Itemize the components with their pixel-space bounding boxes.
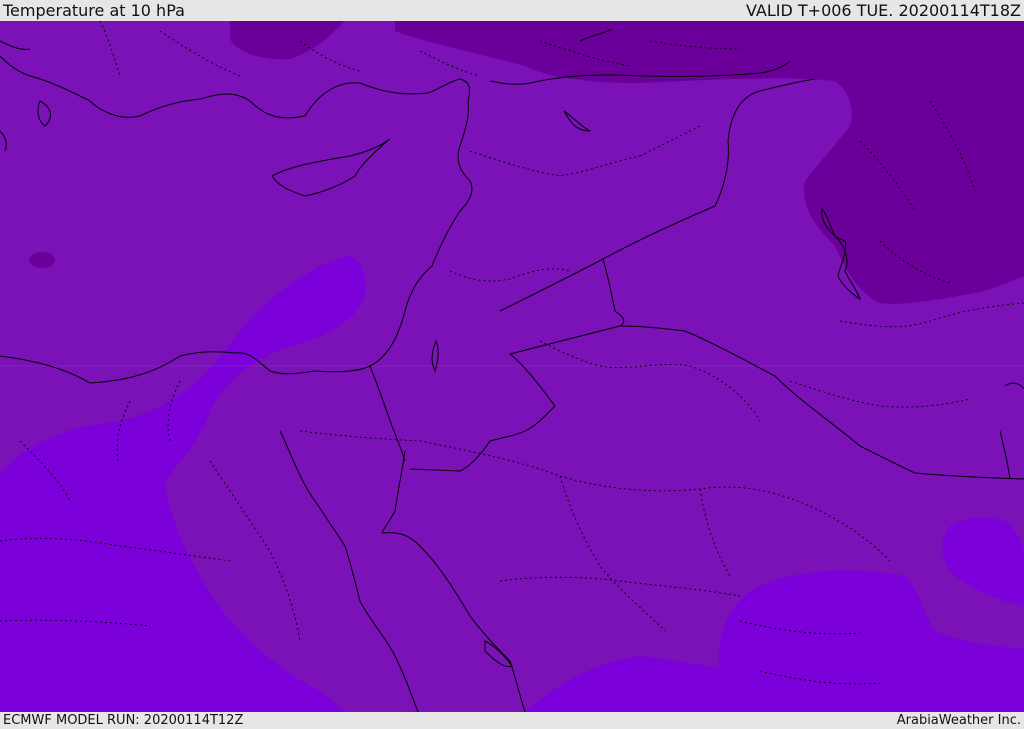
temperature-map[interactable] <box>0 21 1024 712</box>
credit-text: ArabiaWeather Inc. <box>896 713 1021 728</box>
footer-bar: ECMWF MODEL RUN: 20200114T12Z ArabiaWeat… <box>0 712 1024 729</box>
model-run: ECMWF MODEL RUN: 20200114T12Z <box>3 713 244 728</box>
valid-time: VALID T+006 TUE. 20200114T18Z <box>745 1 1021 20</box>
map-canvas <box>0 21 1024 712</box>
header-bar: Temperature at 10 hPa VALID T+006 TUE. 2… <box>0 0 1024 21</box>
map-title: Temperature at 10 hPa <box>3 1 185 20</box>
